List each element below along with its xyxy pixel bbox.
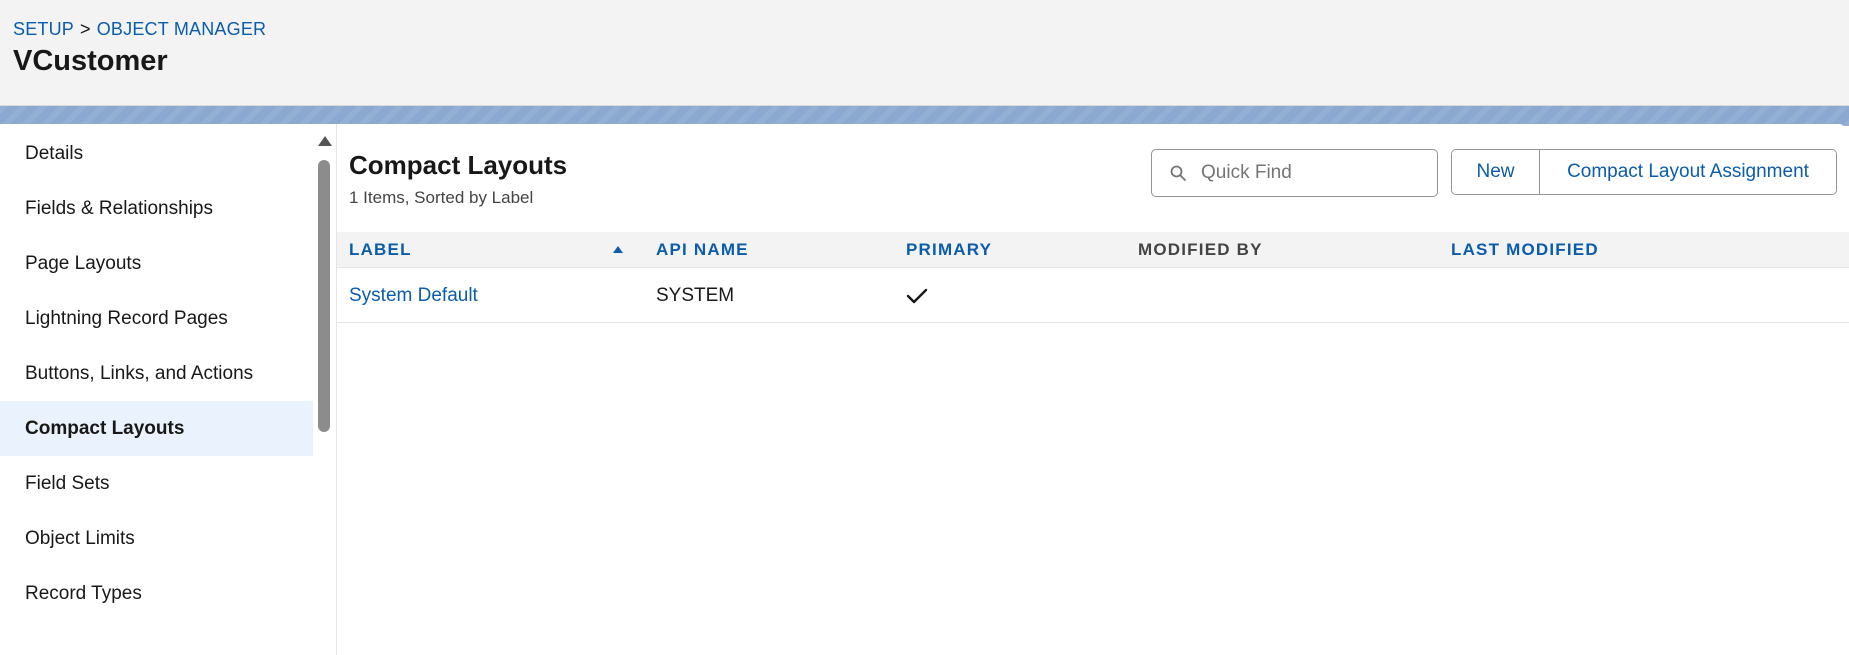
new-button[interactable]: New — [1452, 150, 1540, 194]
sidebar-item-record-types[interactable]: Record Types — [0, 566, 313, 621]
quick-find-search[interactable] — [1151, 149, 1438, 197]
sidebar-item-label: Buttons, Links, and Actions — [25, 362, 254, 384]
row-label-link[interactable]: System Default — [349, 268, 478, 323]
table-row: System Default SYSTEM — [337, 268, 1849, 323]
column-header-primary[interactable]: PRIMARY — [906, 232, 992, 268]
sidebar-item-label: Page Layouts — [25, 252, 142, 274]
sidebar-scrollbar-thumb[interactable] — [318, 160, 330, 432]
page-title: VCustomer — [13, 45, 168, 77]
sidebar-item-compact-layouts[interactable]: Compact Layouts — [0, 401, 313, 456]
breadcrumb-object-manager-link[interactable]: OBJECT MANAGER — [97, 19, 267, 39]
compact-layout-assignment-button[interactable]: Compact Layout Assignment — [1540, 150, 1836, 194]
column-header-label[interactable]: LABEL — [349, 232, 412, 268]
breadcrumb-setup-link[interactable]: SETUP — [13, 19, 74, 39]
sidebar-item-field-sets[interactable]: Field Sets — [0, 456, 313, 511]
search-icon — [1170, 165, 1186, 181]
sidebar-item-lightning-record-pages[interactable]: Lightning Record Pages — [0, 291, 313, 346]
sidebar-item-label: Compact Layouts — [25, 417, 185, 439]
sidebar-item-label: Record Types — [25, 582, 142, 604]
sort-ascending-icon[interactable] — [613, 246, 623, 253]
table-header: LABEL API NAME PRIMARY MODIFIED BY LAST … — [337, 232, 1849, 268]
section-subtitle: 1 Items, Sorted by Label — [349, 188, 534, 207]
sidebar-item-label: Field Sets — [25, 472, 110, 494]
quick-find-input[interactable] — [1201, 150, 1431, 196]
check-icon — [906, 288, 928, 303]
sidebar-item-label: Lightning Record Pages — [25, 307, 228, 329]
breadcrumb: SETUP > OBJECT MANAGER — [13, 19, 266, 40]
page-header: SETUP > OBJECT MANAGER VCustomer — [0, 0, 1849, 106]
header-banner — [0, 106, 1849, 126]
row-api-name: SYSTEM — [656, 284, 735, 306]
column-header-last-modified[interactable]: LAST MODIFIED — [1451, 232, 1599, 268]
object-manager-sidebar: Details Fields & Relationships Page Layo… — [0, 124, 313, 655]
section-title: Compact Layouts — [349, 150, 568, 180]
sidebar-item-label: Details — [25, 142, 84, 164]
column-header-modified-by: MODIFIED BY — [1138, 240, 1263, 259]
sidebar-item-details[interactable]: Details — [0, 126, 313, 181]
sidebar-item-buttons-links-actions[interactable]: Buttons, Links, and Actions — [0, 346, 313, 401]
action-button-group: New Compact Layout Assignment — [1451, 149, 1837, 195]
sidebar-item-object-limits[interactable]: Object Limits — [0, 511, 313, 566]
sidebar-item-fields-relationships[interactable]: Fields & Relationships — [0, 181, 313, 236]
scroll-up-arrow-icon[interactable] — [318, 136, 332, 146]
sidebar-divider — [336, 124, 337, 655]
sidebar-item-page-layouts[interactable]: Page Layouts — [0, 236, 313, 291]
sidebar-item-label: Fields & Relationships — [25, 197, 213, 219]
sidebar-item-label: Object Limits — [25, 527, 135, 549]
column-header-api-name[interactable]: API NAME — [656, 232, 749, 268]
row-primary — [906, 268, 928, 323]
breadcrumb-separator: > — [80, 19, 91, 39]
